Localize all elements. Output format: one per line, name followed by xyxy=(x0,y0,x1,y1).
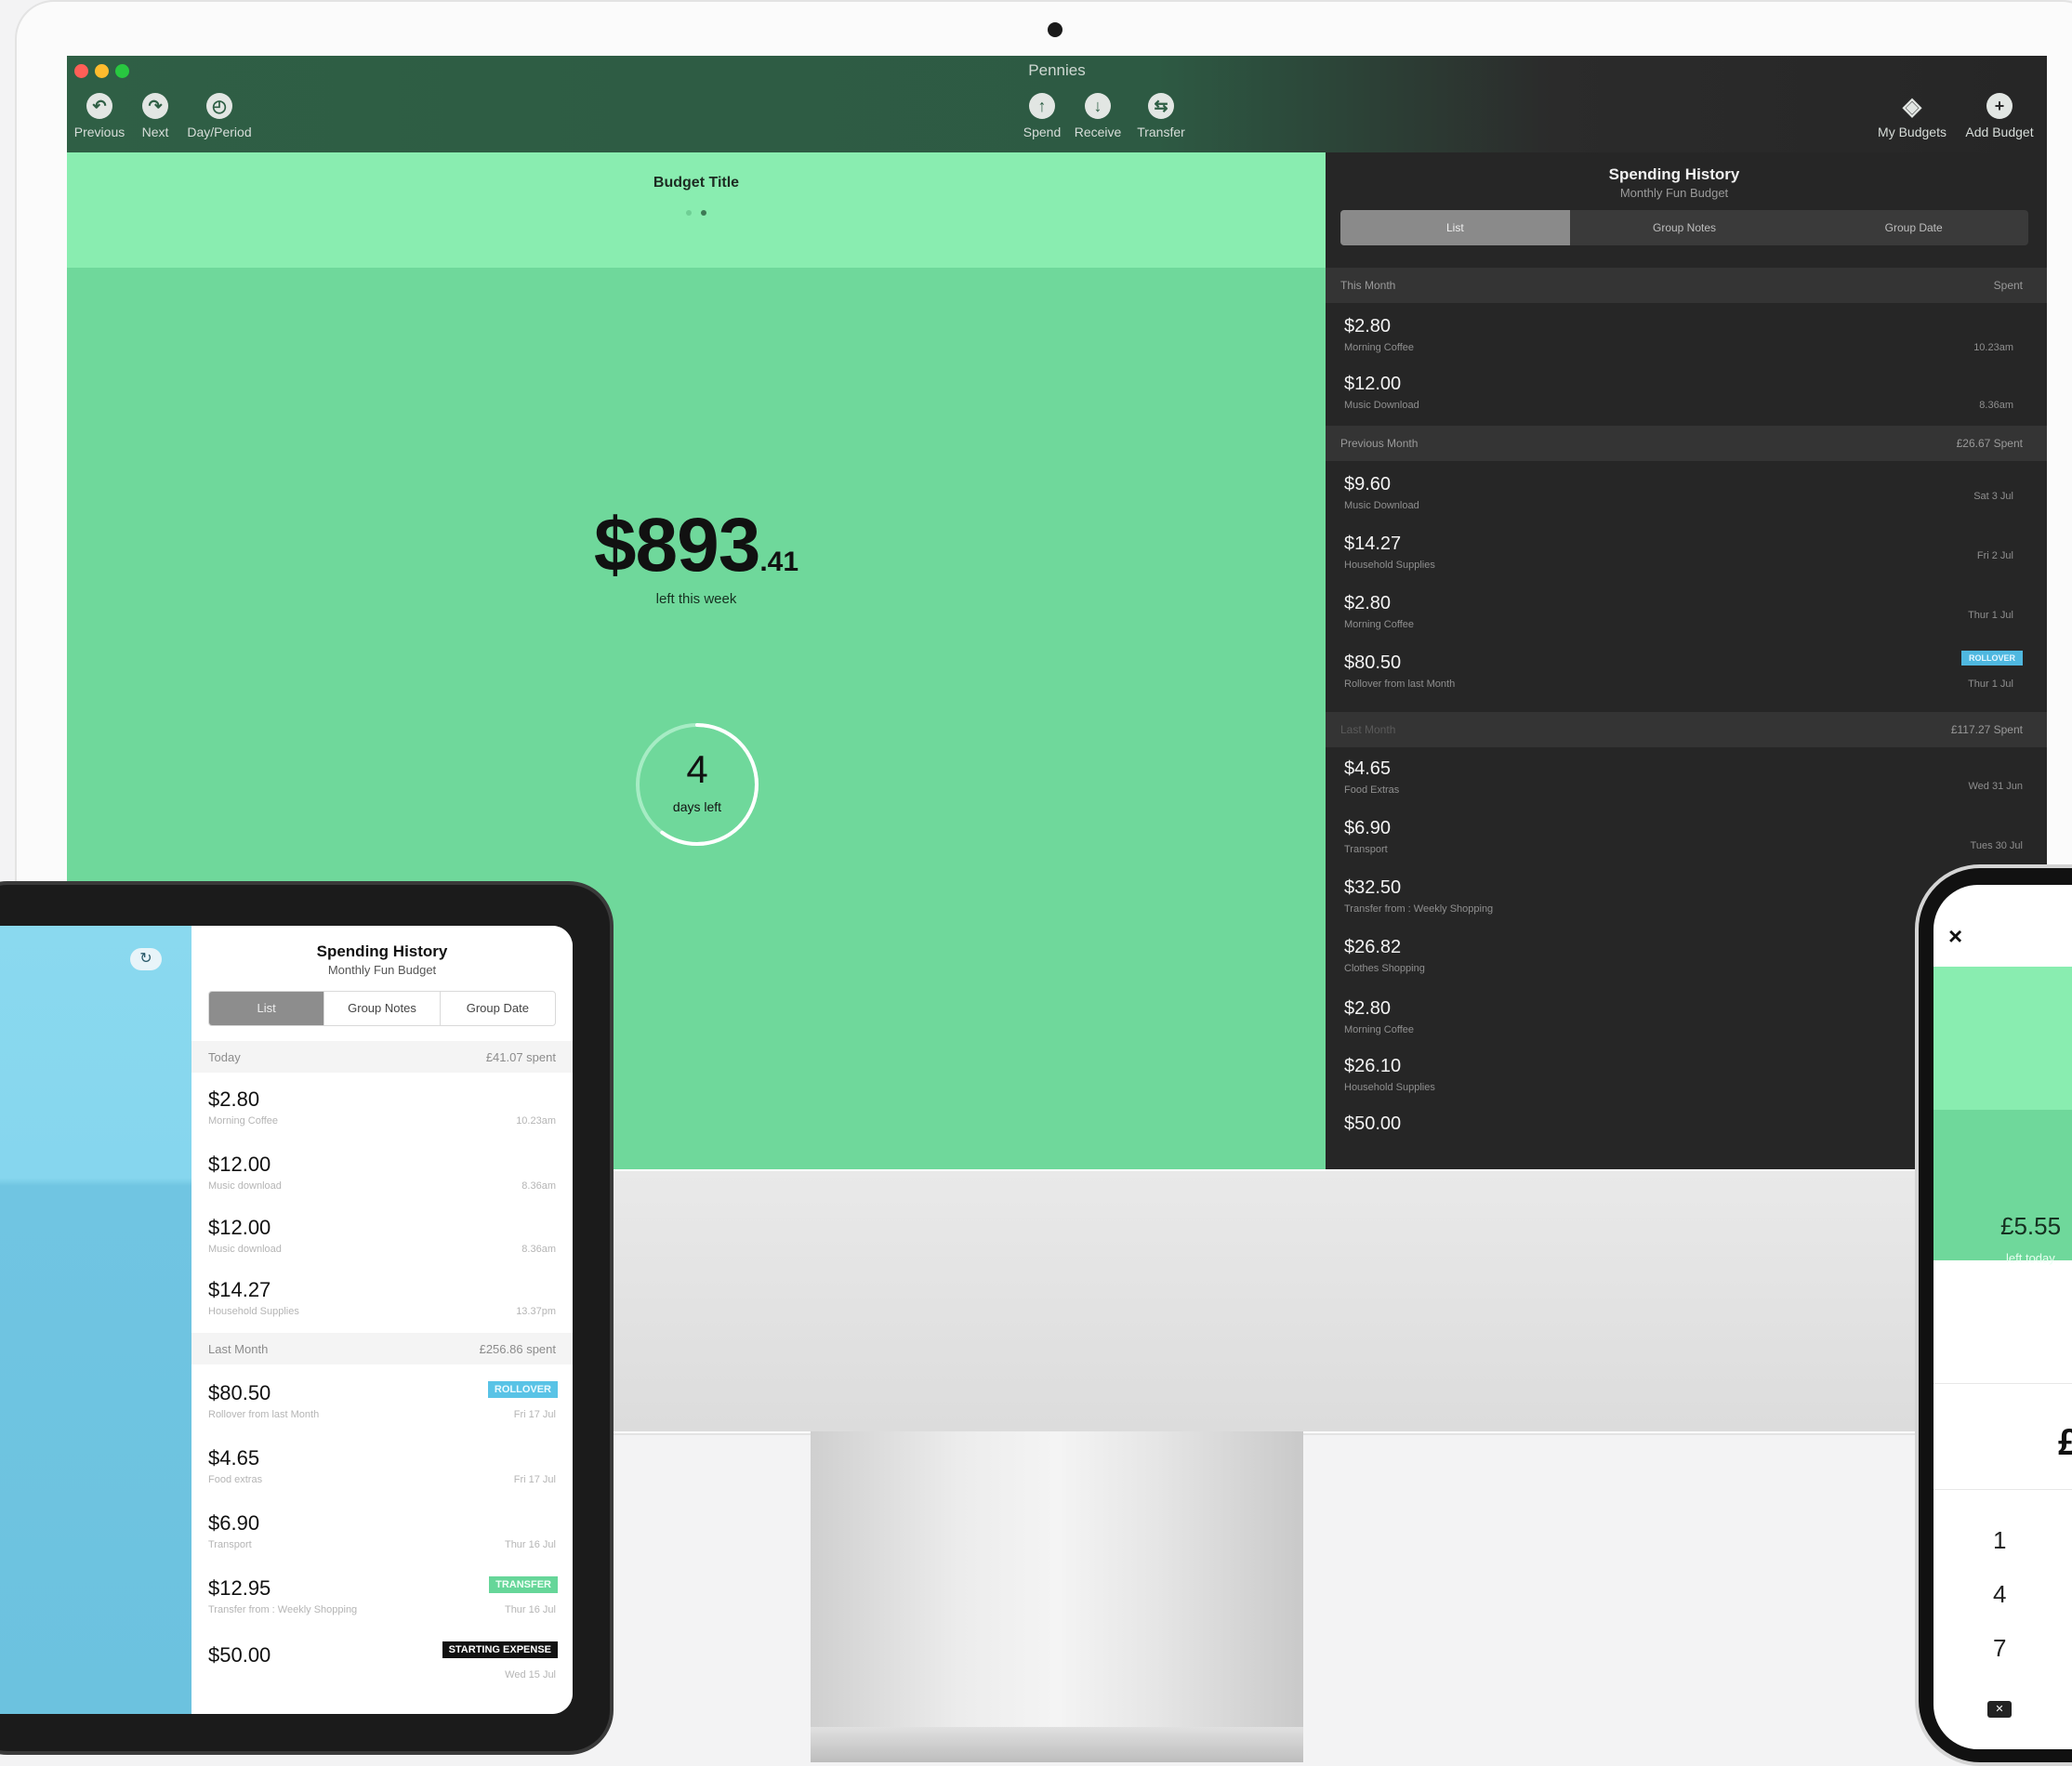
list-item[interactable]: $80.50 Rollover from last Month ROLLOVER… xyxy=(191,1381,573,1441)
forward-arrow-icon: ↷ xyxy=(142,93,168,119)
page-dot-active[interactable] xyxy=(701,210,706,216)
divider xyxy=(1933,1383,2072,1384)
arrow-up-icon: ↑ xyxy=(1029,93,1055,119)
amount-left: $893.41 xyxy=(67,502,1326,589)
rollover-badge: ROLLOVER xyxy=(1960,651,2023,666)
transfer-button[interactable]: ⇆ Transfer xyxy=(1119,93,1203,139)
page-dot[interactable] xyxy=(686,210,692,216)
list-item[interactable]: $4.65 Food extras Fri 17 Jul xyxy=(191,1446,573,1506)
list-item[interactable]: $2.80 Morning Coffee 10.23am xyxy=(191,1087,573,1147)
back-arrow-icon: ↶ xyxy=(86,93,112,119)
phone-amount-label: left today xyxy=(2006,1251,2055,1265)
ipad-tab-group-date[interactable]: Group Date xyxy=(439,992,555,1025)
amount-dollars: $893 xyxy=(593,503,760,587)
list-item[interactable]: $4.65 Food Extras Wed 31 Jun xyxy=(1326,758,2047,814)
list-item[interactable]: $14.27 Household Supplies Fri 2 Jul xyxy=(1326,534,2047,589)
list-item[interactable]: $14.27 Household Supplies 13.37pm xyxy=(191,1278,573,1338)
keypad-key-7[interactable]: 7 xyxy=(1993,1634,2006,1663)
history-subtitle: Monthly Fun Budget xyxy=(1619,186,1729,200)
list-item[interactable]: $9.60 Music Download Sat 3 Jul xyxy=(1326,474,2047,530)
ipad-screen: ↻ Spending History Monthly Fun Budget Li… xyxy=(0,926,573,1714)
section-header: This Month Spent xyxy=(1326,268,2047,303)
add-budget-button[interactable]: + Add Budget xyxy=(1958,93,2041,139)
days-left-number: 4 xyxy=(686,747,708,791)
plus-icon: + xyxy=(1986,93,2013,119)
tab-list[interactable]: List xyxy=(1340,210,1570,245)
section-header: Last Month £117.27 Spent xyxy=(1326,712,2047,747)
budget-header: Budget Title xyxy=(67,152,1326,268)
list-item[interactable]: $12.00 Music Download 8.36am xyxy=(1326,374,2047,429)
ipad-history-title: Spending History xyxy=(316,942,448,960)
close-icon[interactable]: × xyxy=(1948,922,1962,951)
list-item[interactable]: $12.95 Transfer from : Weekly Shopping T… xyxy=(191,1576,573,1636)
my-budgets-button[interactable]: ◈ My Budgets xyxy=(1870,93,1954,139)
arrow-down-icon: ↓ xyxy=(1085,93,1111,119)
list-item[interactable]: $6.90 Transport Thur 16 Jul xyxy=(191,1511,573,1571)
list-item[interactable]: $12.00 Music download 8.36am xyxy=(191,1153,573,1212)
ipad-tab-group-notes[interactable]: Group Notes xyxy=(323,992,439,1025)
history-title: Spending History xyxy=(1608,165,1740,183)
amount-cents: .41 xyxy=(759,547,799,577)
list-item[interactable]: $2.80 Morning Coffee Thur 1 Jul xyxy=(1326,593,2047,649)
list-item[interactable]: $2.80 Morning Coffee 10.23am xyxy=(1326,316,2047,372)
transfer-badge: TRANSFER xyxy=(489,1576,558,1593)
amount-label: left this week xyxy=(655,591,737,607)
section-header: Previous Month £26.67 Spent xyxy=(1326,426,2047,461)
ipad-spending-history: Spending History Monthly Fun Budget List… xyxy=(191,926,573,1714)
day-period-button[interactable]: ◴ Day/Period xyxy=(178,93,261,139)
imac-stand-foot xyxy=(811,1727,1303,1762)
list-item[interactable]: $6.90 Transport Tues 30 Jul xyxy=(1326,818,2047,874)
imac-stand xyxy=(811,1431,1303,1762)
backspace-icon[interactable]: ✕ xyxy=(1987,1701,2012,1718)
camera-dot xyxy=(1048,22,1062,37)
divider xyxy=(1933,1489,2072,1490)
layers-icon: ◈ xyxy=(1903,92,1921,120)
budget-title: Budget Title xyxy=(653,175,740,191)
tab-group-date[interactable]: Group Date xyxy=(1799,210,2028,245)
ipad-section-header: Today £41.07 spent xyxy=(191,1041,573,1073)
list-item[interactable]: $50.00 STARTING EXPENSE Wed 15 Jul xyxy=(191,1641,573,1701)
keypad-key-1[interactable]: 1 xyxy=(1993,1526,2006,1555)
ipad-tab-list[interactable]: List xyxy=(209,992,324,1025)
keypad-key-4[interactable]: 4 xyxy=(1993,1580,2006,1609)
rollover-badge: ROLLOVER xyxy=(487,1381,558,1398)
list-item[interactable]: $80.50 Rollover from last Month ROLLOVER… xyxy=(1326,651,2047,708)
window-title: Pennies xyxy=(1028,61,1086,79)
list-item[interactable]: $12.00 Music download 8.36am xyxy=(191,1216,573,1275)
tab-group-notes[interactable]: Group Notes xyxy=(1570,210,1800,245)
window-toolbar: Pennies ↶ Previous ↷ Next ◴ Day/Period ↑… xyxy=(67,56,2047,152)
ipad-segmented-control: List Group Notes Group Date xyxy=(208,991,556,1026)
phone-budget-header xyxy=(1933,967,2072,1110)
currency-symbol: £ xyxy=(2058,1422,2072,1463)
history-view-segmented-control: List Group Notes Group Date xyxy=(1340,210,2028,245)
transfer-icon: ⇆ xyxy=(1148,93,1174,119)
ipad-section-header: Last Month £256.86 spent xyxy=(191,1333,573,1364)
refresh-icon[interactable]: ↻ xyxy=(130,948,162,970)
days-left-label: days left xyxy=(672,799,722,814)
phone-amount-left: £5.55 xyxy=(2000,1212,2062,1240)
ipad-history-subtitle: Monthly Fun Budget xyxy=(327,963,437,977)
clock-icon: ◴ xyxy=(206,93,232,119)
starting-expense-badge: STARTING EXPENSE xyxy=(442,1641,558,1658)
ipad-budget-pane: ↻ xyxy=(0,926,191,1714)
iphone-screen: × £5.55 left today £ 1 4 7 ✕ xyxy=(1933,885,2072,1749)
